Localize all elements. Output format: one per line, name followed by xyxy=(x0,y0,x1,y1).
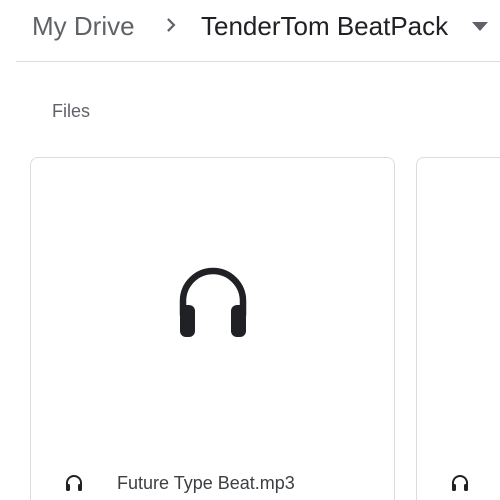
file-thumbnail xyxy=(31,158,394,458)
headphones-icon xyxy=(66,475,82,491)
files-section-title: Files xyxy=(52,101,91,121)
file-card[interactable] xyxy=(416,157,500,500)
headphones-icon xyxy=(179,267,247,337)
chevron-right-icon xyxy=(167,18,176,32)
drive-folder-view: My Drive TenderTom BeatPack Files Future… xyxy=(0,0,500,500)
breadcrumb: My Drive TenderTom BeatPack xyxy=(0,0,500,56)
breadcrumb-current-folder[interactable]: TenderTom BeatPack xyxy=(201,10,448,42)
file-card-footer xyxy=(417,470,500,500)
breadcrumb-my-drive[interactable]: My Drive xyxy=(32,10,135,42)
caret-down-icon[interactable] xyxy=(468,16,492,36)
headphones-icon xyxy=(452,475,468,491)
file-name: Future Type Beat.mp3 xyxy=(117,473,295,493)
file-card-footer: Future Type Beat.mp3 xyxy=(31,470,394,500)
header-divider xyxy=(16,61,500,62)
file-card[interactable]: Future Type Beat.mp3 xyxy=(30,157,395,500)
